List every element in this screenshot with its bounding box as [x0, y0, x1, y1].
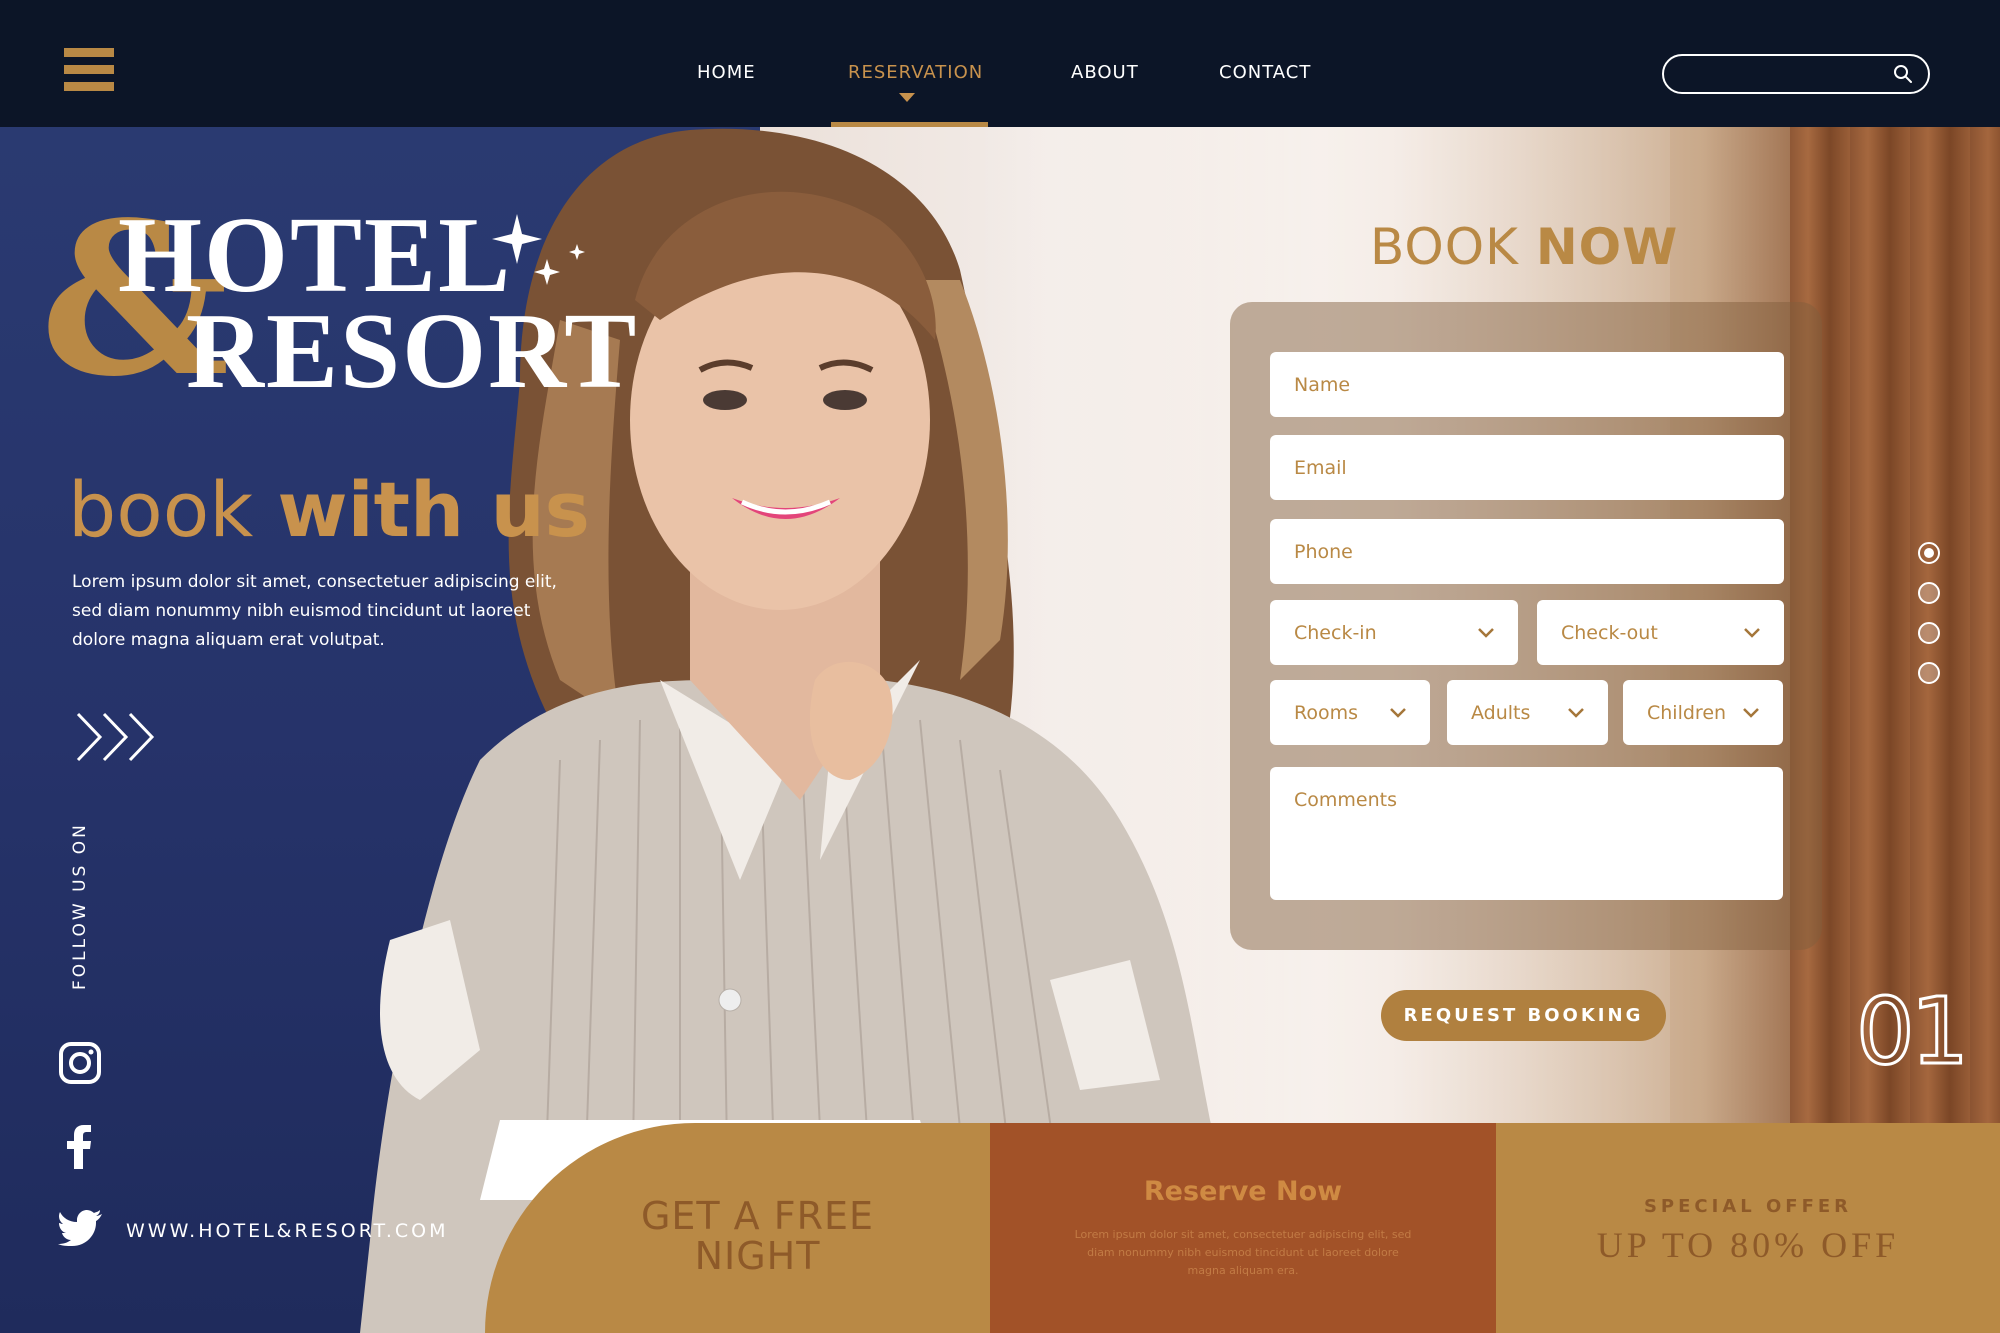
instagram-icon[interactable] [58, 1041, 102, 1085]
nav-active-caret-icon [899, 93, 915, 102]
website-url[interactable]: WWW.HOTEL&RESORT.COM [126, 1220, 449, 1242]
nav-contact[interactable]: CONTACT [1219, 62, 1311, 83]
comments-field[interactable] [1270, 767, 1783, 900]
facebook-icon[interactable] [66, 1125, 92, 1169]
request-booking-button[interactable]: REQUEST BOOKING [1381, 990, 1666, 1041]
twitter-icon[interactable] [58, 1210, 102, 1246]
promo-offer-title: UP TO 80% OFF [1596, 1225, 1900, 1265]
adults-label: Adults [1471, 701, 1531, 724]
search-icon[interactable] [1893, 64, 1913, 84]
checkin-select[interactable]: Check-in [1270, 600, 1518, 665]
chevron-down-icon [1390, 707, 1406, 718]
nav-reservation[interactable]: RESERVATION [848, 62, 983, 83]
chevron-down-icon [1568, 707, 1584, 718]
chevron-down-icon [1743, 707, 1759, 718]
promo-offer-kicker: SPECIAL OFFER [1643, 1196, 1853, 1217]
chevron-down-icon [1744, 627, 1760, 638]
checkin-label: Check-in [1294, 621, 1377, 644]
phone-field[interactable] [1270, 519, 1784, 584]
email-field[interactable] [1270, 435, 1784, 500]
nav-about[interactable]: ABOUT [1071, 62, 1139, 83]
slide-dot-2[interactable] [1918, 582, 1940, 604]
promo-reserve-title: Reserve Now [1143, 1176, 1343, 1207]
checkout-select[interactable]: Check-out [1537, 600, 1784, 665]
promo-reserve-text: Lorem ipsum dolor sit amet, consectetuer… [1074, 1228, 1412, 1277]
promo-free-night-title: GET A FREE NIGHT [640, 1194, 875, 1278]
slide-dot-1[interactable] [1918, 542, 1940, 564]
follow-us-label: FOLLOW US ON [70, 822, 90, 990]
children-label: Children [1647, 701, 1727, 724]
children-select[interactable]: Children [1623, 680, 1783, 745]
sparkle-icon [492, 214, 585, 285]
book-now-title: BOOK NOW [1370, 218, 1679, 276]
brand-title-resort: RESORT [186, 292, 639, 411]
rooms-label: Rooms [1294, 701, 1359, 724]
tagline: book with us [68, 465, 590, 554]
slide-dot-4[interactable] [1918, 662, 1940, 684]
slide-number: 01 [1854, 978, 1970, 1085]
slide-dot-3[interactable] [1918, 622, 1940, 644]
chevron-down-icon [1478, 627, 1494, 638]
nav-home[interactable]: HOME [697, 62, 756, 83]
adults-select[interactable]: Adults [1447, 680, 1608, 745]
checkout-label: Check-out [1561, 621, 1658, 644]
triple-chevron-right-icon[interactable] [74, 712, 158, 762]
search-input[interactable] [1662, 54, 1930, 94]
top-nav-bar: HOME RESERVATION ABOUT CONTACT [0, 0, 2000, 131]
hamburger-menu-icon[interactable] [64, 48, 114, 94]
intro-text: Lorem ipsum dolor sit amet, consectetuer… [72, 572, 557, 650]
name-field[interactable] [1270, 352, 1784, 417]
rooms-select[interactable]: Rooms [1270, 680, 1430, 745]
